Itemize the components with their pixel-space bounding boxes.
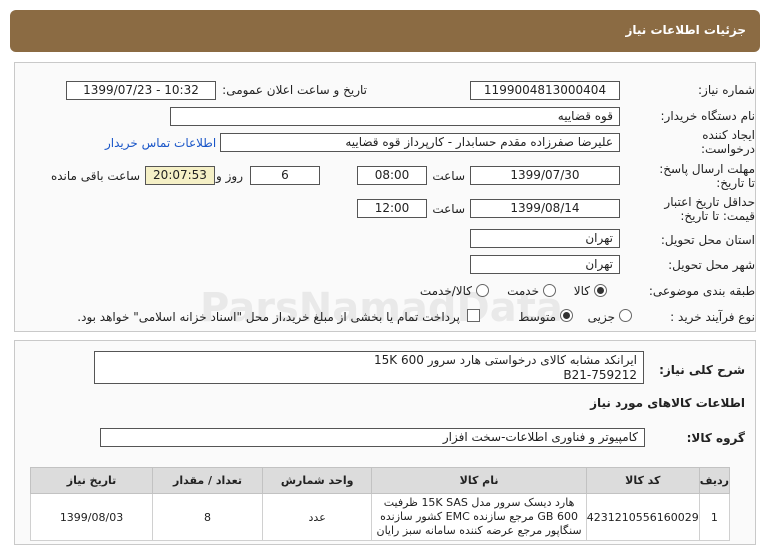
summary-line-2: B21-759212: [563, 368, 637, 382]
table-row[interactable]: 1 4231210556160029 هارد دیسک سرور مدل 15…: [29, 493, 731, 541]
row-number-cell: 1: [698, 493, 731, 541]
col-code-header: کد کالا: [585, 467, 700, 494]
treasury-payment-checkbox[interactable]: [467, 309, 480, 322]
category-goods-label: کالا: [573, 284, 590, 298]
table-header-row: ردیف کد کالا نام کالا واحد شمارش تعداد /…: [29, 467, 731, 494]
days-label: روز و: [216, 169, 243, 183]
category-service-label: خدمت: [507, 284, 539, 298]
city-label: شهر محل تحویل:: [668, 258, 755, 272]
deadline-date-field[interactable]: 1399/07/30: [470, 166, 620, 185]
goods-group-field[interactable]: کامپیوتر و فناوری اطلاعات-سخت افزار: [100, 428, 645, 447]
creator-field[interactable]: علیرضا صفرزاده مقدم حسابدار - کارپرداز ق…: [220, 133, 620, 152]
validity-time-label: ساعت: [432, 202, 465, 216]
summary-label: شرح کلی نیاز:: [659, 363, 745, 377]
col-date-header: تاریخ نیاز: [29, 467, 154, 494]
category-service-radio[interactable]: [543, 284, 556, 297]
goods-group-label: گروه کالا:: [686, 431, 745, 445]
category-goods-radio[interactable]: [594, 284, 607, 297]
creator-label: ایجاد کننده درخواست:: [701, 128, 755, 156]
goods-section-title: اطلاعات کالاهای مورد نیاز: [590, 396, 745, 410]
days-remaining-field: 6: [250, 166, 320, 185]
validity-label: حداقل تاریخ اعتبار قیمت: تا تاریخ:: [664, 195, 755, 223]
category-label: طبقه بندی موضوعی:: [648, 284, 755, 298]
process-partial-radio[interactable]: [619, 309, 632, 322]
process-medium-label: متوسط: [518, 310, 556, 324]
summary-line-1: ایرانکد مشابه کالای درخواستی هارد سرور 6…: [374, 353, 637, 367]
page-header: جزئیات اطلاعات نیاز: [10, 10, 760, 52]
validity-time-field[interactable]: 12:00: [357, 199, 427, 218]
col-name-header: نام کالا: [371, 467, 587, 494]
goods-code-cell: 4231210556160029: [585, 493, 700, 541]
need-number-label: شماره نیاز:: [698, 83, 755, 97]
unit-cell: عدد: [261, 493, 373, 541]
deadline-label: مهلت ارسال پاسخ: تا تاریخ:: [659, 162, 755, 190]
buyer-org-field[interactable]: قوه قضاییه: [170, 107, 620, 126]
quantity-cell: 8: [152, 493, 263, 541]
need-number-field[interactable]: 1199004813000404: [470, 81, 620, 100]
validity-date-field[interactable]: 1399/08/14: [470, 199, 620, 218]
process-partial-label: جزیی: [587, 310, 615, 324]
page-title: جزئیات اطلاعات نیاز: [625, 23, 746, 37]
col-qty-header: تعداد / مقدار: [152, 467, 263, 494]
remaining-time-field: 20:07:53: [145, 166, 215, 185]
goods-table: ردیف کد کالا نام کالا واحد شمارش تعداد /…: [29, 467, 731, 541]
city-field[interactable]: تهران: [470, 255, 620, 274]
announce-date-field[interactable]: 1399/07/23 - 10:32: [66, 81, 216, 100]
deadline-time-label: ساعت: [432, 169, 465, 183]
remaining-time-label: ساعت باقی مانده: [50, 169, 140, 183]
deadline-time-field[interactable]: 08:00: [357, 166, 427, 185]
summary-field[interactable]: ایرانکد مشابه کالای درخواستی هارد سرور 6…: [94, 351, 644, 384]
col-row-header: ردیف: [698, 467, 731, 494]
col-unit-header: واحد شمارش: [261, 467, 373, 494]
province-field[interactable]: تهران: [470, 229, 620, 248]
announce-date-label: تاریخ و ساعت اعلان عمومی:: [222, 83, 367, 97]
process-medium-radio[interactable]: [560, 309, 573, 322]
buyer-org-label: نام دستگاه خریدار:: [660, 109, 756, 123]
need-date-cell: 1399/08/03: [29, 493, 154, 541]
treasury-payment-note: پرداخت تمام یا بخشی از مبلغ خرید،از محل …: [77, 310, 460, 324]
category-both-label: کالا/خدمت: [419, 284, 472, 298]
goods-name-cell: هارد دیسک سرور مدل 15K SAS ظرفیت 600 GB …: [371, 493, 587, 541]
buyer-contact-link[interactable]: اطلاعات تماس خریدار: [105, 136, 216, 150]
process-label: نوع فرآیند خرید :: [670, 310, 755, 324]
category-both-radio[interactable]: [476, 284, 489, 297]
province-label: استان محل تحویل:: [660, 233, 755, 247]
need-info-panel: [14, 62, 756, 332]
